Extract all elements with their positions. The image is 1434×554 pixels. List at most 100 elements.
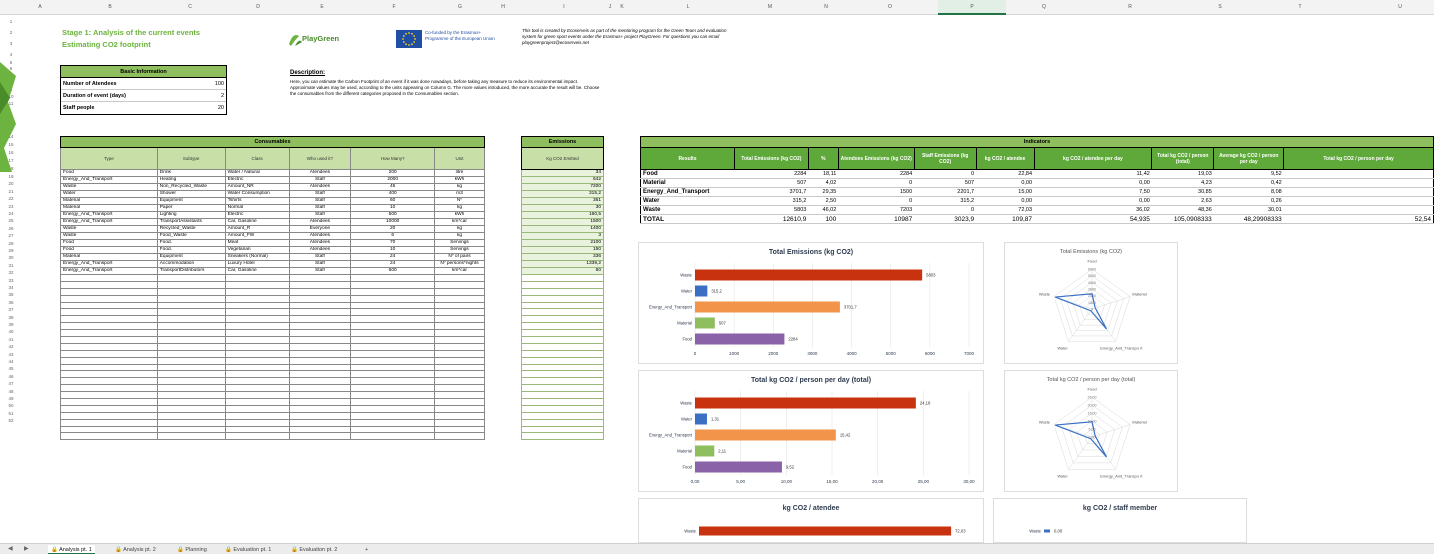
table-row-empty[interactable] bbox=[60, 342, 485, 351]
table-cell[interactable]: Drink bbox=[156, 169, 226, 177]
table-cell[interactable]: Staff bbox=[288, 253, 352, 261]
table-row-empty[interactable] bbox=[60, 322, 485, 331]
table-cell[interactable] bbox=[350, 294, 435, 303]
table-cell[interactable] bbox=[434, 432, 485, 441]
table-cell[interactable]: Tshirts bbox=[224, 197, 290, 205]
indicator-value[interactable]: 30,01 bbox=[1213, 205, 1284, 215]
table-cell[interactable]: Staff bbox=[288, 197, 352, 205]
table-cell[interactable] bbox=[156, 315, 226, 324]
table-row-empty[interactable] bbox=[521, 432, 604, 441]
table-cell[interactable]: 10000 bbox=[350, 218, 435, 226]
chart-per-person-day-radar[interactable]: Total kg CO2 / person per day (total) Fo… bbox=[1004, 370, 1178, 492]
table-cell[interactable] bbox=[434, 287, 485, 296]
row-header-cell[interactable]: 21 bbox=[2, 189, 20, 194]
emission-value-cell[interactable]: 642 bbox=[521, 176, 604, 184]
indicator-value[interactable]: 0,00 bbox=[1034, 196, 1152, 206]
table-cell[interactable]: Waste bbox=[60, 225, 158, 233]
row-header-cell[interactable]: 4 bbox=[2, 52, 20, 57]
indicator-value[interactable]: 7,50 bbox=[1034, 187, 1152, 197]
table-cell[interactable]: 10 bbox=[350, 204, 435, 212]
table-cell[interactable] bbox=[288, 342, 352, 351]
table-cell[interactable] bbox=[288, 294, 352, 303]
table-row[interactable]: 642 bbox=[521, 176, 604, 184]
indicator-value[interactable]: 315,2 bbox=[914, 196, 977, 206]
table-cell[interactable]: Nº bbox=[434, 197, 485, 205]
table-cell[interactable] bbox=[288, 280, 352, 289]
table-cell[interactable] bbox=[434, 377, 485, 386]
column-header-cell[interactable]: A bbox=[38, 4, 41, 10]
table-cell[interactable] bbox=[156, 398, 226, 406]
table-cell[interactable] bbox=[288, 301, 352, 310]
indicator-value[interactable]: 2284 bbox=[838, 169, 915, 179]
table-cell[interactable]: Material bbox=[60, 204, 158, 212]
table-cell[interactable] bbox=[224, 404, 290, 413]
emission-value-cell[interactable] bbox=[521, 384, 604, 393]
table-cell[interactable]: Luxury Hotel bbox=[224, 260, 290, 268]
emission-value-cell[interactable] bbox=[521, 370, 604, 379]
table-cell[interactable] bbox=[156, 391, 226, 400]
table-cell[interactable] bbox=[350, 432, 435, 441]
table-cell[interactable]: Amount_FW bbox=[224, 232, 290, 240]
table-cell[interactable]: 45 bbox=[350, 183, 435, 191]
table-cell[interactable]: Nº persons*nights bbox=[434, 260, 485, 268]
table-cell[interactable]: Waste bbox=[60, 183, 158, 191]
column-header-cell[interactable]: Q bbox=[1042, 4, 1046, 10]
row-header-cell[interactable]: 49 bbox=[2, 396, 20, 401]
table-cell[interactable]: kg bbox=[434, 183, 485, 191]
table-cell[interactable] bbox=[224, 363, 290, 372]
table-cell[interactable] bbox=[350, 336, 435, 344]
table-cell[interactable]: Accommodation bbox=[156, 260, 226, 268]
basic-info-row[interactable]: Staff people 20 bbox=[61, 102, 226, 114]
table-row-empty[interactable] bbox=[60, 398, 485, 406]
indicator-value[interactable]: 507 bbox=[914, 178, 977, 188]
table-cell[interactable] bbox=[434, 391, 485, 400]
emission-value-cell[interactable] bbox=[521, 315, 604, 324]
indicator-value[interactable]: 15,00 bbox=[976, 187, 1035, 197]
emission-value-cell[interactable]: 1500 bbox=[521, 218, 604, 226]
table-cell[interactable] bbox=[60, 280, 158, 289]
emission-value-cell[interactable] bbox=[521, 342, 604, 351]
table-row-empty[interactable] bbox=[60, 274, 485, 282]
table-cell[interactable]: Material bbox=[60, 197, 158, 205]
emission-value-cell[interactable]: 3 bbox=[521, 232, 604, 240]
row-header-cell[interactable]: 45 bbox=[2, 366, 20, 371]
table-cell[interactable]: Servings bbox=[434, 246, 485, 254]
indicator-value[interactable]: 9,52 bbox=[1213, 169, 1284, 179]
table-cell[interactable]: 70 bbox=[350, 239, 435, 247]
emission-value-cell[interactable] bbox=[521, 391, 604, 400]
emission-value-cell[interactable] bbox=[521, 274, 604, 282]
table-cell[interactable]: Vegetarian bbox=[224, 246, 290, 254]
table-row[interactable]: 150 bbox=[521, 246, 604, 254]
table-cell[interactable]: Material bbox=[60, 253, 158, 261]
table-cell[interactable] bbox=[224, 294, 290, 303]
table-cell[interactable] bbox=[156, 336, 226, 344]
table-cell[interactable] bbox=[224, 377, 290, 386]
table-cell[interactable] bbox=[350, 384, 435, 393]
table-cell[interactable] bbox=[434, 322, 485, 331]
chart-per-person-day-bar[interactable]: Total kg CO2 / person per day (total) 0,… bbox=[638, 370, 984, 492]
table-cell[interactable] bbox=[156, 432, 226, 441]
table-cell[interactable] bbox=[350, 274, 435, 282]
table-row-empty[interactable] bbox=[521, 287, 604, 296]
indicator-value[interactable]: 0,00 bbox=[976, 178, 1035, 188]
table-row-empty[interactable] bbox=[521, 294, 604, 303]
table-cell[interactable]: 6 bbox=[350, 232, 435, 240]
table-cell[interactable] bbox=[350, 287, 435, 296]
table-cell[interactable] bbox=[350, 418, 435, 427]
table-cell[interactable] bbox=[434, 411, 485, 420]
table-cell[interactable] bbox=[60, 356, 158, 365]
table-cell[interactable] bbox=[350, 329, 435, 338]
table-cell[interactable] bbox=[350, 370, 435, 379]
table-cell[interactable]: Servings bbox=[434, 239, 485, 247]
indicator-value[interactable] bbox=[1283, 178, 1434, 188]
table-cell[interactable] bbox=[60, 315, 158, 324]
table-row-empty[interactable] bbox=[60, 384, 485, 393]
emission-value-cell[interactable]: 150 bbox=[521, 246, 604, 254]
table-cell[interactable] bbox=[288, 404, 352, 413]
row-header-cell[interactable]: 26 bbox=[2, 226, 20, 231]
table-row[interactable]: 361 bbox=[521, 197, 604, 205]
row-header-cell[interactable]: 23 bbox=[2, 204, 20, 209]
chart-per-atendee-bar[interactable]: kg CO2 / atendee Waste 72,03 bbox=[638, 498, 984, 543]
indicator-value[interactable]: 29,35 bbox=[808, 187, 839, 197]
table-row-empty[interactable] bbox=[60, 432, 485, 441]
